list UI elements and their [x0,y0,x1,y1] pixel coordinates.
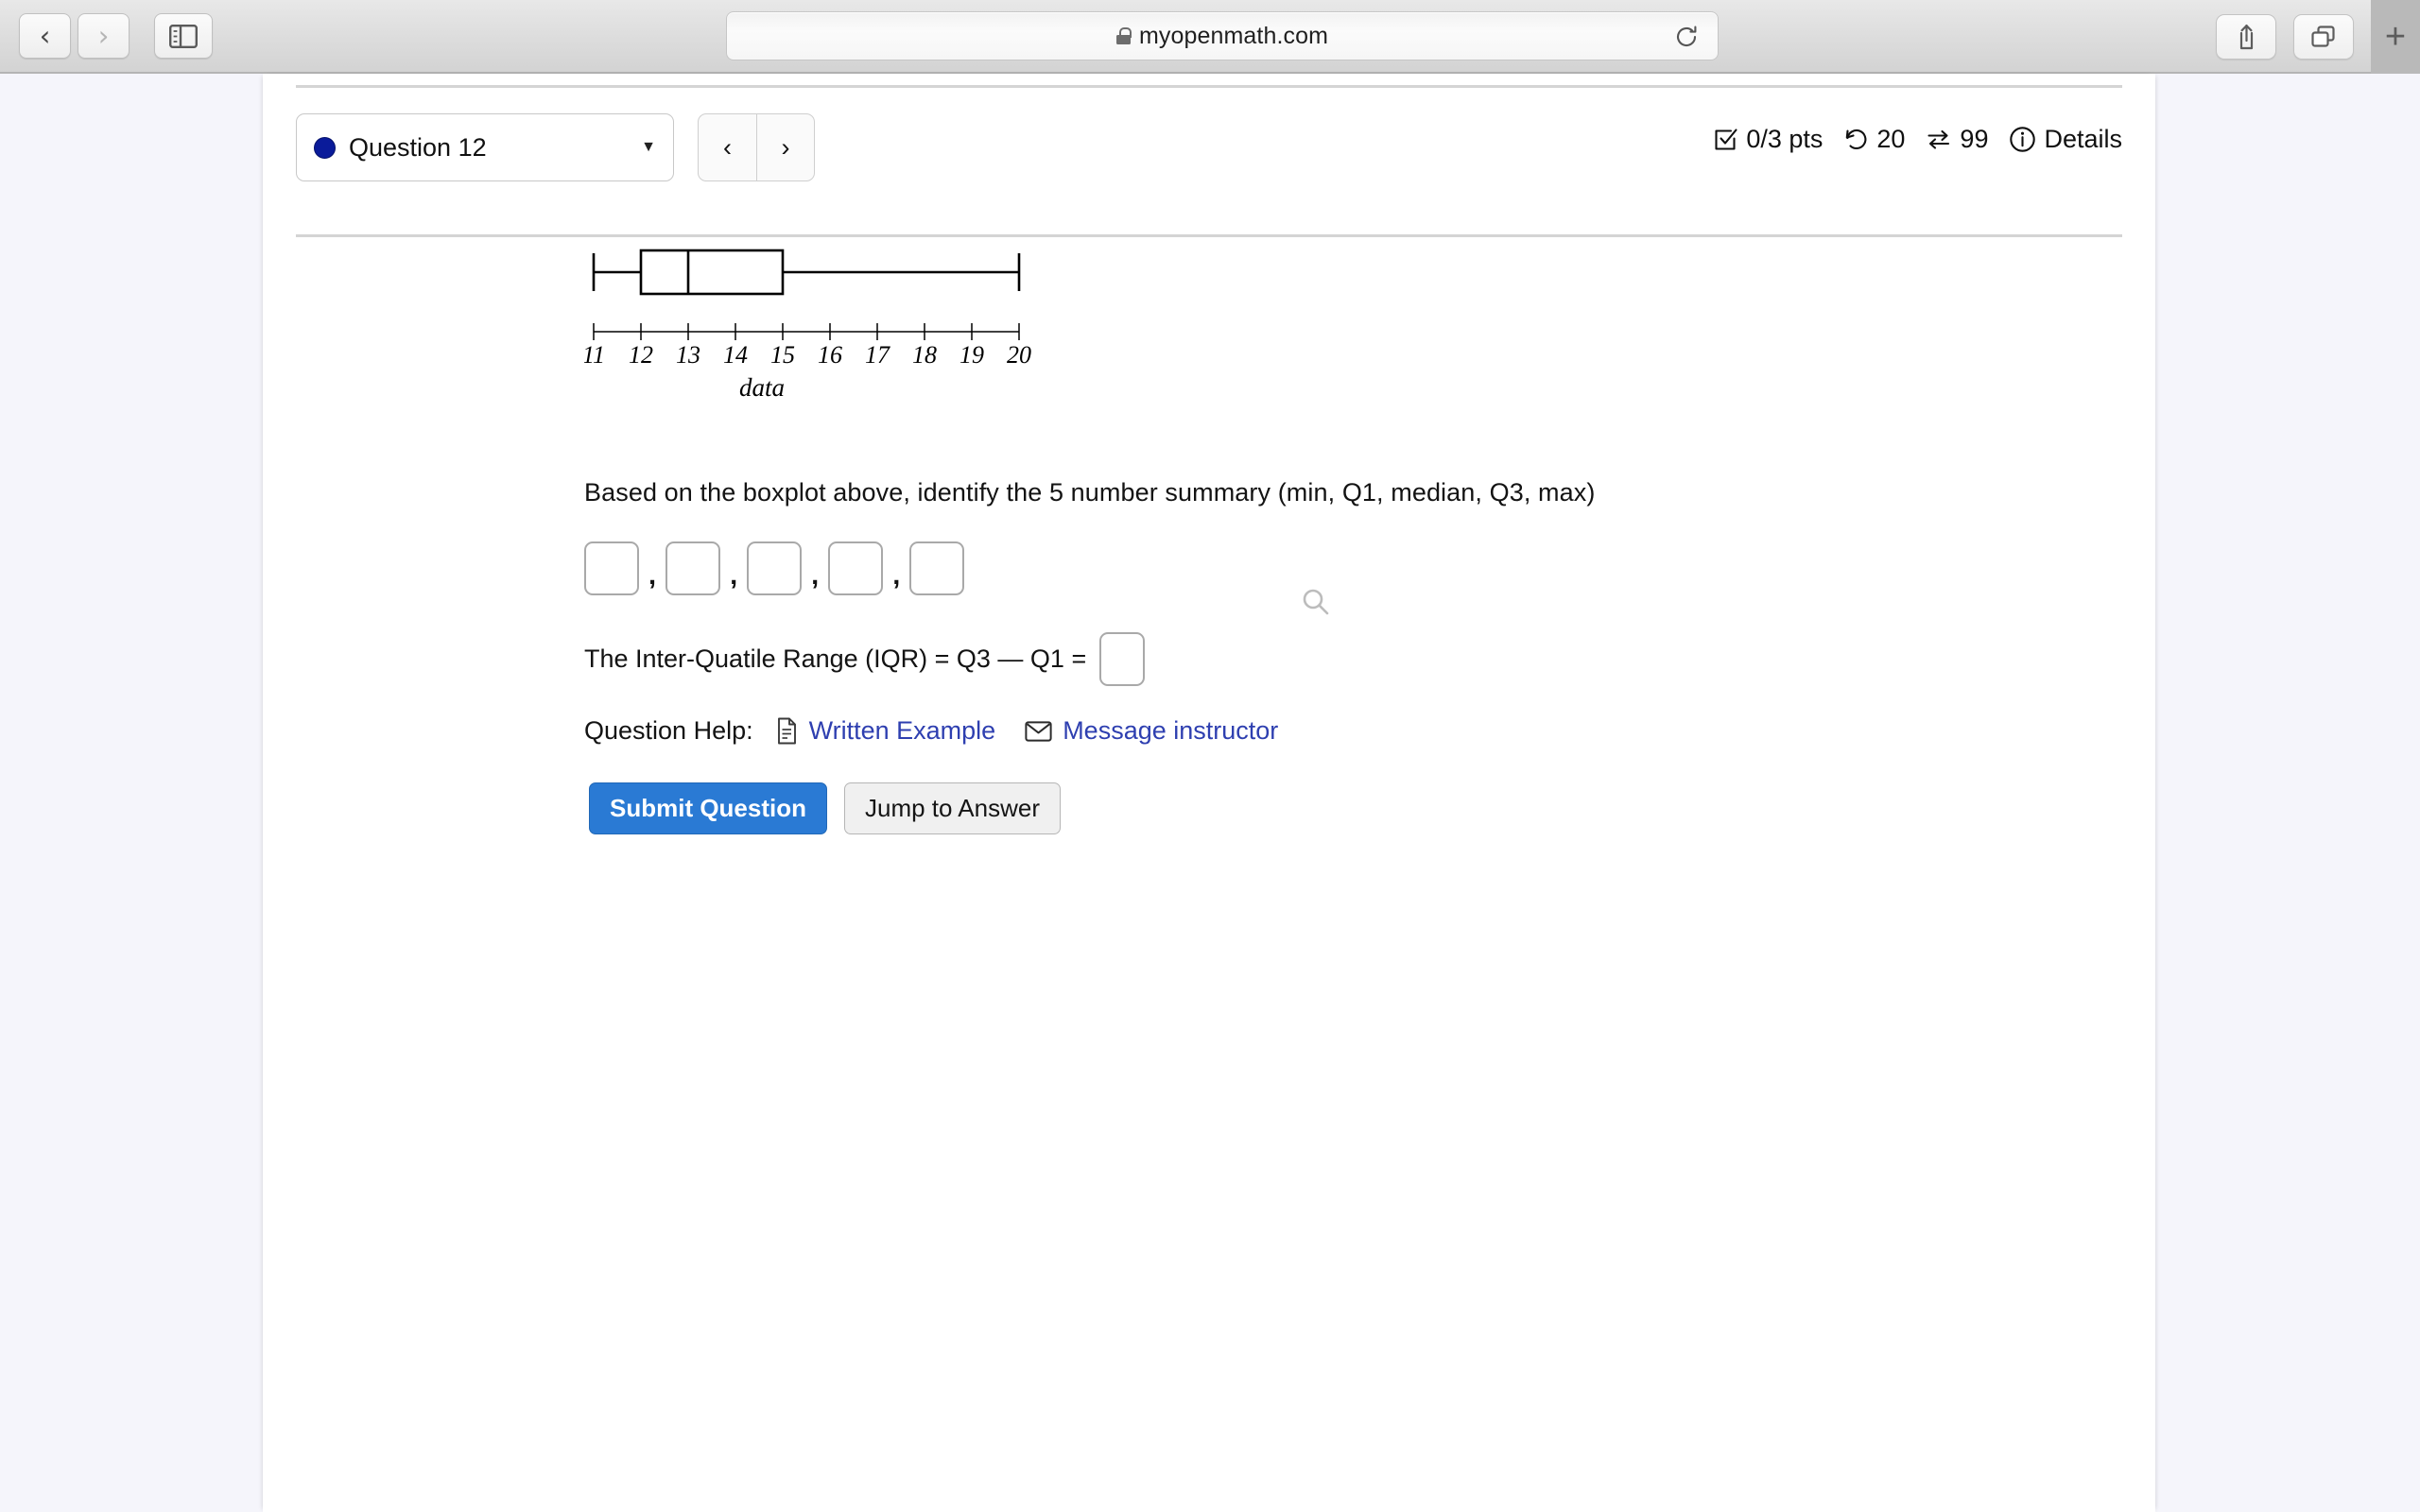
xtick-label: 14 [723,341,748,369]
median-input[interactable] [747,541,803,595]
versions-group: 99 [1926,125,1988,154]
header-divider-top [296,85,2122,88]
iqr-row: The Inter-Quatile Range (IQR) = Q3 — Q1 … [584,632,1146,686]
details-label: Details [2044,125,2122,153]
min-input[interactable] [584,541,639,595]
xtick-label: 18 [912,341,937,369]
message-instructor-link[interactable]: Message instructor [1025,716,1278,746]
new-tab-label: + [2384,17,2407,57]
boxplot-svg: 11 12 13 14 15 16 17 18 19 20 data [584,249,1031,402]
sidebar-toggle-icon [169,24,198,48]
assessment-content: Question 12 ▼ ‹ › 0/3 pts 20 99 Details … [263,74,2155,1512]
xtick-label: 20 [1007,341,1031,369]
points-group: 0/3 pts [1713,125,1823,154]
five-number-summary-inputs: , , , , [584,541,965,595]
question-selector[interactable]: Question 12 ▼ [296,113,674,181]
q1-input[interactable] [666,541,721,595]
question-selector-label: Question 12 [349,132,487,162]
question-prompt: Based on the boxplot above, identify the… [584,478,1596,507]
message-instructor-label: Message instructor [1063,716,1279,745]
address-bar-text: myopenmath.com [1115,22,1329,50]
next-question-button[interactable]: › [756,113,815,181]
action-buttons: Submit Question Jump to Answer [589,782,1061,834]
magnifier-icon[interactable] [1300,587,1332,619]
points-value: 0/3 pts [1746,125,1824,153]
xtick-label: 11 [584,341,605,369]
xtick-label: 19 [959,341,984,369]
tab-overview-button[interactable] [2293,14,2354,60]
iqr-label: The Inter-Quatile Range (IQR) = Q3 — Q1 … [584,644,1087,673]
question-help-label: Question Help: [584,716,753,745]
lock-icon [1115,27,1132,44]
browser-toolbar: ‹ › myopenmath.com + [0,0,2420,74]
forward-button[interactable]: › [78,13,130,59]
input-separator: , [730,560,738,591]
tab-overview-icon [2311,26,2335,47]
versions-value: 99 [1960,125,1989,153]
xtick-label: 17 [865,341,890,369]
url-host: myopenmath.com [1138,22,1329,49]
xtick-label: 15 [770,341,795,369]
info-circle-icon [2010,127,2036,152]
xtick-label: 12 [629,341,653,369]
boxplot-axis [593,323,1020,340]
input-separator: , [811,560,820,591]
reload-icon [1677,26,1697,47]
browser-nav-group: ‹ › [19,13,213,59]
details-button[interactable]: Details [2009,125,2122,154]
iqr-input[interactable] [1099,632,1146,686]
share-icon [2239,24,2253,50]
xtick-label: 13 [676,341,700,369]
q3-input[interactable] [828,541,884,595]
sidebar-toggle-button[interactable] [154,13,213,59]
max-input[interactable] [909,541,965,595]
submit-question-button[interactable]: Submit Question [589,782,827,834]
chevron-down-icon: ▼ [641,139,656,155]
question-meta: 0/3 pts 20 99 Details [1713,125,2122,154]
browser-right-tools: + [2216,0,2420,74]
boxplot-figure: 11 12 13 14 15 16 17 18 19 20 data [263,242,2155,615]
input-separator: , [648,560,657,591]
previous-question-button[interactable]: ‹ [698,113,756,181]
chevron-right-icon: › [97,19,110,52]
new-tab-button[interactable]: + [2371,0,2420,74]
jump-to-answer-button[interactable]: Jump to Answer [844,782,1061,834]
header-divider-bottom [296,234,2122,237]
share-button[interactable] [2216,14,2276,60]
document-icon [777,717,796,745]
question-pager: ‹ › [698,113,815,181]
question-status-dot [314,136,336,159]
boxplot-xticklabels: 11 12 13 14 15 16 17 18 19 20 [584,341,1031,369]
swap-arrows-icon [1927,129,1950,149]
envelope-icon [1025,720,1052,742]
written-example-label: Written Example [808,716,996,745]
boxplot-box [639,249,785,296]
attempts-group: 20 [1843,125,1905,154]
written-example-link[interactable]: Written Example [775,716,996,746]
boxplot-xlabel: data [739,373,785,402]
xtick-label: 16 [818,341,842,369]
next-question-label: › [781,132,790,162]
back-button[interactable]: ‹ [19,13,71,59]
checkbox-check-icon [1715,129,1737,150]
address-bar[interactable]: myopenmath.com [726,11,1719,60]
undo-arrow-icon [1846,129,1867,149]
question-help-row: Question Help: Written Example Message i… [584,716,1278,746]
input-separator: , [892,560,901,591]
previous-question-label: ‹ [723,132,732,162]
question-header: Question 12 ▼ ‹ › 0/3 pts 20 99 Details [296,100,2122,223]
attempts-value: 20 [1876,125,1906,153]
reload-button[interactable] [1674,25,1699,49]
chevron-left-icon: ‹ [39,19,51,52]
